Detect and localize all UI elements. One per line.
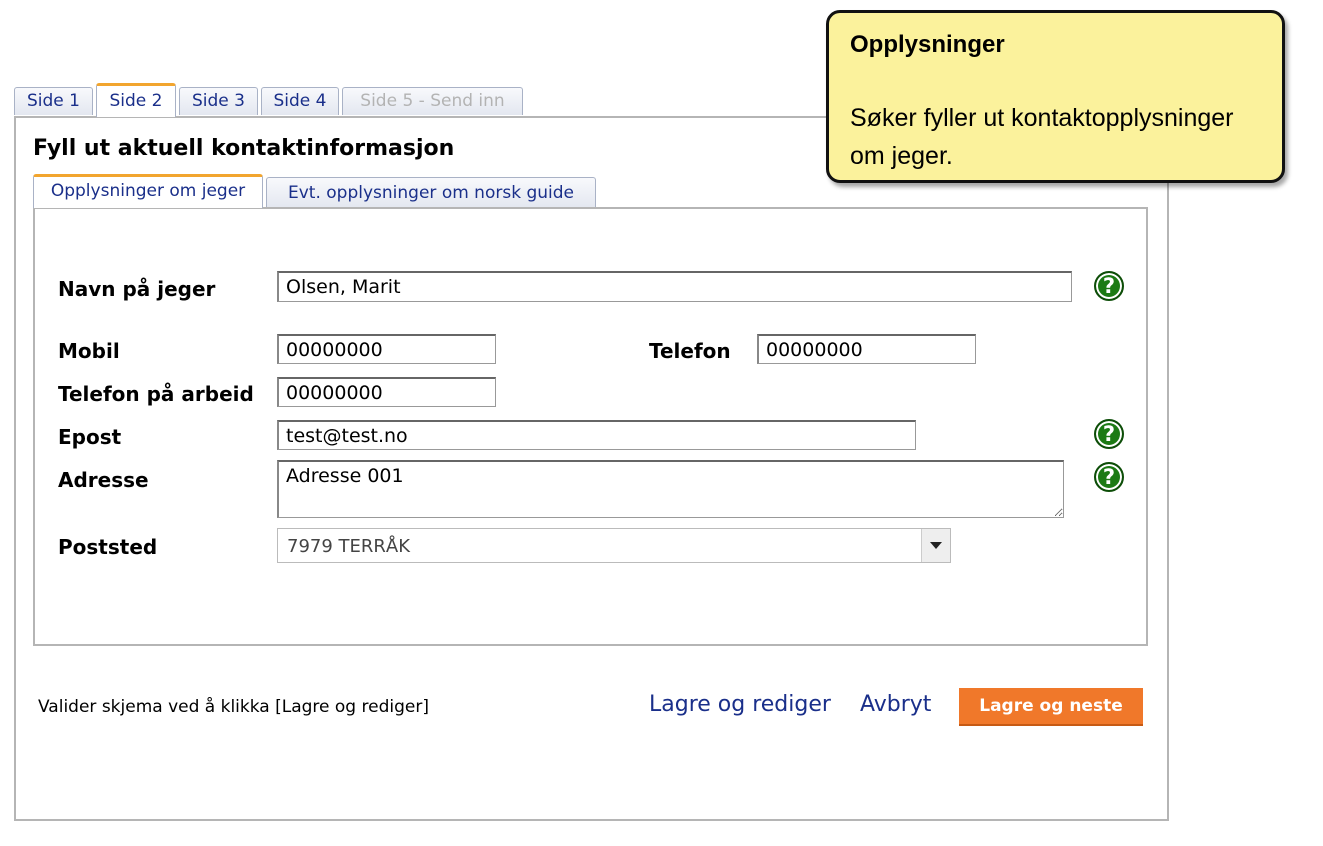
help-icon[interactable]: ? [1094,271,1124,301]
work-phone-input[interactable] [277,377,496,407]
info-callout: Opplysninger Søker fyller ut kontaktoppl… [826,10,1285,183]
name-label: Navn på jeger [58,277,216,301]
help-icon[interactable]: ? [1094,462,1124,492]
phone-input[interactable] [757,334,976,364]
callout-title: Opplysninger [850,31,1005,58]
work-phone-label: Telefon på arbeid [58,382,254,406]
tab-side-3[interactable]: Side 3 [179,87,258,115]
save-next-button[interactable]: Lagre og neste [959,688,1143,726]
postal-select-value: 7979 TERRÅK [287,536,411,557]
tab-opplysninger-om-jeger[interactable]: Opplysninger om jeger [33,174,263,208]
chevron-down-icon[interactable] [921,529,950,562]
tab-side-4[interactable]: Side 4 [261,87,339,115]
tab-side-5-send-inn: Side 5 - Send inn [342,87,523,115]
address-label: Adresse [58,468,149,492]
tab-side-2[interactable]: Side 2 [96,83,176,117]
help-icon[interactable]: ? [1094,419,1124,449]
name-input[interactable] [277,271,1072,302]
postal-label: Poststed [58,535,158,559]
postal-select[interactable]: 7979 TERRÅK [277,528,951,563]
validation-hint: Valider skjema ved å klikka [Lagre og re… [38,697,429,717]
tab-side-1[interactable]: Side 1 [14,87,93,115]
email-label: Epost [58,425,122,449]
phone-label: Telefon [649,339,731,363]
address-textarea[interactable]: Adresse 001 [277,460,1064,518]
email-input[interactable] [277,420,916,450]
mobile-input[interactable] [277,334,496,364]
page-title: Fyll ut aktuell kontaktinformasjon [33,136,455,161]
tab-norsk-guide[interactable]: Evt. opplysninger om norsk guide [266,177,596,208]
save-edit-link[interactable]: Lagre og rediger [649,692,831,717]
callout-body: Søker fyller ut kontaktopplysninger om j… [850,104,1234,170]
cancel-link[interactable]: Avbryt [860,692,931,717]
mobile-label: Mobil [58,339,120,363]
